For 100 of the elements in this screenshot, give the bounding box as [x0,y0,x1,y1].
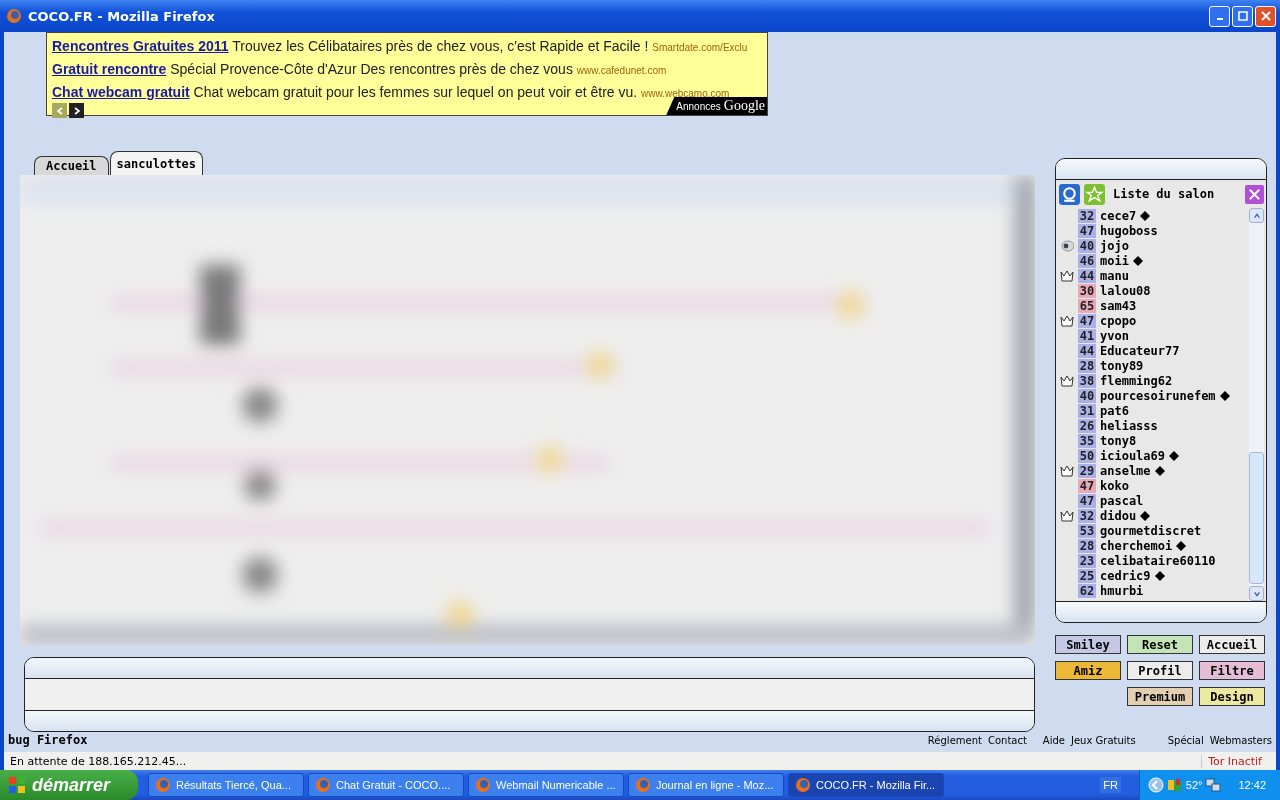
user-row[interactable]: 23 celibataire60110 [1056,553,1249,568]
action-button[interactable]: Smiley [1055,635,1121,654]
user-row[interactable]: 35 tony8 [1056,433,1249,448]
user-row[interactable]: 47 hugoboss [1056,223,1249,238]
minimize-icon [1216,18,1223,20]
footer-link[interactable]: Réglement [927,735,982,746]
user-name: koko [1100,478,1129,493]
user-name: sam43 [1100,298,1137,313]
user-row[interactable]: 40 jojo [1056,238,1249,253]
user-age: 44 [1078,343,1096,358]
user-row[interactable]: 28 cherchemoi [1056,538,1249,553]
user-age: 50 [1078,448,1096,463]
user-row[interactable]: 46 moii [1056,253,1249,268]
user-row[interactable]: 50 icioula69 [1056,448,1249,463]
action-button[interactable]: Accueil [1199,635,1265,654]
ad-text: Trouvez les Célibataires près de chez vous, c'est Rapide et Facile ! [232,38,649,54]
taskbar-button[interactable]: Chat Gratuit - COCO.... [308,773,464,797]
taskbar-button[interactable]: Webmail Numericable ... [468,773,624,797]
user-row[interactable]: 25 cedric9 [1056,568,1249,583]
chevron-icon[interactable] [1147,777,1164,793]
action-button[interactable]: Profil [1127,661,1193,680]
language-indicator[interactable]: FR [1100,777,1121,793]
ad-text: Spécial Provence-Côte d'Azur Des rencontres près de chez vous [170,61,573,77]
network-icon[interactable] [1205,777,1222,793]
user-age: 47 [1078,493,1096,508]
ad-text: Chat webcam gratuit pour les femmes sur lequel on peut voir et être vu. [193,84,638,100]
message-field[interactable] [25,678,1034,711]
user-name: cece7 [1100,208,1137,223]
user-row[interactable]: 32 cece7 [1056,208,1249,223]
user-row[interactable]: 65 sam43 [1056,298,1249,313]
user-name: moii [1100,253,1129,268]
ad-url: www.cafedunet.com [576,65,667,76]
taskbar-button[interactable]: Journal en ligne - Moz... [628,773,784,797]
action-button[interactable]: Amiz [1055,661,1121,680]
star-icon[interactable] [1084,183,1105,205]
user-age: 28 [1078,358,1096,373]
list-title: Liste du salon [1113,187,1215,201]
user-row[interactable]: 62 hmurbi [1056,583,1249,598]
user-name: tony8 [1100,433,1137,448]
user-name: celibataire60110 [1100,553,1216,568]
action-button[interactable]: Reset [1127,635,1193,654]
user-name: hmurbi [1100,583,1144,598]
scroll-up-button[interactable] [1249,208,1264,223]
weather-icon[interactable] [1166,777,1183,793]
user-row[interactable]: 32 didou [1056,508,1249,523]
user-row[interactable]: 29 anselme [1056,463,1249,478]
user-age: 32 [1078,208,1096,223]
action-button[interactable]: Design [1199,687,1265,706]
footer-link[interactable]: Webmasters [1209,735,1272,746]
action-button[interactable]: Premium [1127,687,1193,706]
user-name: lalou08 [1100,283,1151,298]
user-row[interactable]: 26 heliasss [1056,418,1249,433]
user-row[interactable]: 47 koko [1056,478,1249,493]
maximize-button[interactable] [1232,5,1253,27]
close-button[interactable] [1255,5,1276,27]
user-row[interactable]: 40 pourcesoirunefem [1056,388,1249,403]
user-row[interactable]: 53 gourmetdiscret [1056,523,1249,538]
footer-link[interactable]: Jeux Gratuits [1071,735,1136,746]
status-text: En attente de 188.165.212.45... [10,754,187,768]
user-name: cpopo [1100,313,1137,328]
ad-link[interactable]: Chat webcam gratuit [52,84,190,100]
tab[interactable]: sanculottes [109,151,204,175]
user-age: 47 [1078,478,1096,493]
scroll-thumb[interactable] [1249,452,1264,584]
webcam-icon[interactable] [1059,183,1080,205]
user-age: 53 [1078,523,1096,538]
user-row[interactable]: 31 pat6 [1056,403,1249,418]
user-age: 47 [1078,313,1096,328]
user-name: jojo [1100,238,1129,253]
action-button[interactable]: Filtre [1199,661,1265,680]
footer-link[interactable]: Contact [987,735,1027,746]
ad-link[interactable]: Gratuit rencontre [52,61,167,77]
user-name: manu [1100,268,1129,283]
ad-url: Smartdate.com/Exclu [652,42,748,53]
user-row[interactable]: 47 pascal [1056,493,1249,508]
temperature: 52° [1185,779,1203,791]
footer-link[interactable]: Aide [1042,735,1065,746]
user-row[interactable]: 44 manu [1056,268,1249,283]
user-age: 44 [1078,268,1096,283]
user-row[interactable]: 28 tony89 [1056,358,1249,373]
scroll-down-button[interactable] [1249,586,1264,601]
user-row[interactable]: 41 yvon [1056,328,1249,343]
close-icon[interactable] [1245,184,1264,204]
next-button[interactable] [69,103,84,118]
user-row[interactable]: 38 flemming62 [1056,373,1249,388]
start-button[interactable]: démarrer [0,770,138,800]
user-row[interactable]: 47 cpopo [1056,313,1249,328]
close-icon [1260,11,1271,21]
user-age: 25 [1078,568,1096,583]
tab[interactable]: Accueil [34,156,109,175]
user-row[interactable]: 30 lalou08 [1056,283,1249,298]
minimize-button[interactable] [1209,5,1230,27]
user-age: 30 [1078,283,1096,298]
footer-link[interactable]: Spécial [1167,735,1204,746]
taskbar-button[interactable]: COCO.FR - Mozilla Fir... [788,773,944,797]
user-row[interactable]: 44 Educateur77 [1056,343,1249,358]
scrollbar[interactable] [1249,208,1264,601]
taskbar-button[interactable]: Résultats Tiercé, Qua... [148,773,304,797]
user-age: 28 [1078,538,1096,553]
ad-link[interactable]: Rencontres Gratuites 2011 [52,38,229,54]
